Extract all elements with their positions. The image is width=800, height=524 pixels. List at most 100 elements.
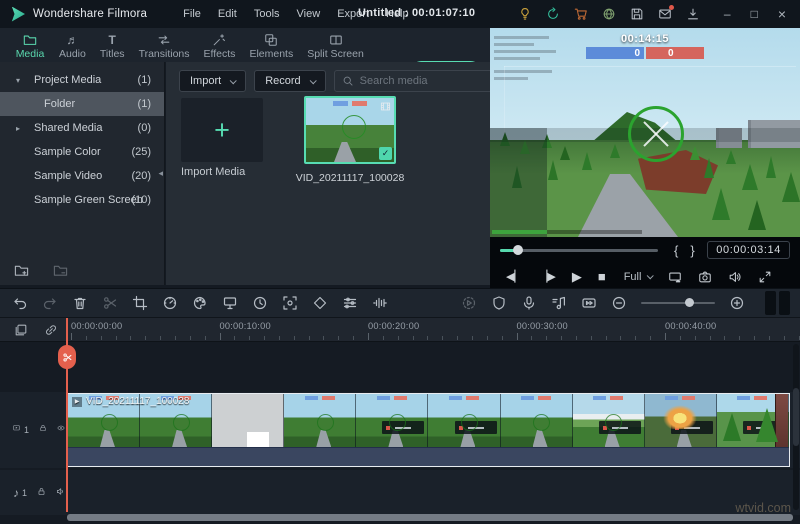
play-button[interactable]: ▶ (572, 269, 582, 285)
search-box[interactable] (334, 70, 510, 92)
collapse-triangle-icon[interactable]: ▸ (16, 124, 20, 133)
tab-media[interactable]: Media (15, 28, 45, 65)
dual-display-icon[interactable] (668, 270, 682, 284)
store-cart-icon[interactable] (574, 7, 588, 21)
audio-mixer-icon[interactable] (551, 295, 567, 311)
link-chain-icon[interactable] (44, 323, 58, 337)
sidebar-item-sample-green-screen[interactable]: Sample Green Screen (10) (0, 188, 164, 212)
media-clip-thumbnail[interactable]: ✓ (304, 96, 396, 164)
game-timer: 00:14:15 (490, 33, 800, 45)
messages-envelope-icon[interactable] (658, 7, 672, 21)
maximize-button[interactable]: □ (751, 8, 758, 20)
titles-t-icon: T (109, 33, 116, 47)
previous-frame-button[interactable]: ◀▏ (506, 270, 523, 283)
video-track-number: 1 (24, 425, 29, 435)
volume-speaker-icon[interactable] (728, 270, 742, 284)
panel-collapse-icon[interactable]: ◂ (158, 168, 163, 179)
motion-tracking-icon[interactable] (222, 295, 238, 311)
delete-trash-icon[interactable] (72, 295, 88, 311)
sidebar-item-sample-color[interactable]: Sample Color (25) (0, 140, 164, 164)
quality-selector[interactable]: Full (624, 271, 653, 283)
menu-file[interactable]: File (183, 8, 201, 20)
seek-bar[interactable] (500, 249, 658, 252)
road-shape (334, 142, 356, 162)
zoom-out-icon[interactable] (611, 295, 627, 311)
delete-folder-icon[interactable] (53, 263, 68, 278)
mark-out-button[interactable]: } (690, 243, 694, 258)
redo-icon[interactable] (42, 295, 58, 311)
download-icon[interactable] (686, 7, 700, 21)
color-palette-icon[interactable] (192, 295, 208, 311)
import-media-tile[interactable]: + (181, 98, 263, 162)
speed-gauge-icon[interactable] (162, 295, 178, 311)
tab-transitions[interactable]: Transitions (139, 28, 190, 60)
undo-icon[interactable] (12, 295, 28, 311)
tab-elements[interactable]: Elements (249, 28, 293, 60)
import-tile-label: Import Media (181, 166, 245, 178)
minimize-button[interactable]: – (724, 8, 731, 20)
tab-label: Elements (249, 48, 293, 60)
zoom-slider-handle[interactable] (685, 298, 694, 307)
seek-handle[interactable] (513, 245, 523, 255)
search-input[interactable] (360, 75, 502, 87)
horizontal-scrollbar[interactable] (67, 514, 793, 521)
fullscreen-expand-icon[interactable] (758, 270, 772, 284)
eye-visibility-icon[interactable] (57, 424, 65, 436)
record-dropdown-button[interactable]: Record (254, 70, 325, 92)
tips-lightbulb-icon[interactable] (518, 7, 532, 21)
sidebar-item-project-media[interactable]: ▾ Project Media (1) (0, 68, 164, 92)
menu-tools[interactable]: Tools (254, 8, 280, 20)
timeline-ruler[interactable]: 00:00:00:0000:00:10:0000:00:20:0000:00:3… (67, 318, 800, 342)
zoom-in-icon[interactable] (729, 295, 745, 311)
menu-edit[interactable]: Edit (218, 8, 237, 20)
playhead-handle[interactable] (58, 345, 76, 369)
split-scissors-icon[interactable] (102, 295, 118, 311)
clip-frame (284, 394, 356, 447)
tab-titles[interactable]: T Titles (100, 28, 125, 60)
adjustment-sliders-icon[interactable] (342, 295, 358, 311)
selected-check-icon: ✓ (379, 147, 392, 160)
timeline-zoom-slider[interactable] (641, 302, 715, 304)
duration-clock-icon[interactable] (252, 295, 268, 311)
manage-tracks-icon[interactable] (14, 323, 28, 337)
stop-button[interactable]: ■ (598, 269, 606, 284)
tree-shape (712, 188, 730, 220)
tab-audio[interactable]: ♬ Audio (59, 28, 86, 60)
lock-icon[interactable] (39, 424, 47, 436)
expand-triangle-icon[interactable]: ▾ (16, 76, 20, 85)
import-dropdown-button[interactable]: Import (179, 70, 246, 92)
lock-icon[interactable] (37, 487, 46, 499)
mute-speaker-icon[interactable] (56, 487, 65, 499)
add-folder-icon[interactable] (14, 263, 29, 278)
voiceover-mic-icon[interactable] (521, 295, 537, 311)
sidebar-item-sample-video[interactable]: Sample Video (20) (0, 164, 164, 188)
save-icon[interactable] (630, 7, 644, 21)
snapshot-camera-icon[interactable] (698, 270, 712, 284)
shield-icon[interactable] (491, 295, 507, 311)
tab-split-screen[interactable]: Split Screen (307, 28, 364, 60)
tab-effects[interactable]: Effects (204, 28, 236, 60)
focus-tracking-icon[interactable] (282, 295, 298, 311)
feature-tab-bar: Media ♬ Audio T Titles Transitions Effec… (0, 28, 490, 62)
clip-audio-strip (68, 447, 789, 466)
scrollbar-thumb[interactable] (67, 514, 793, 521)
vertical-scrollbar[interactable] (793, 344, 799, 510)
timeline-panels-icon[interactable] (765, 291, 790, 315)
close-button[interactable]: × (778, 7, 786, 21)
elements-shapes-icon (264, 33, 278, 47)
marker-box-icon[interactable] (581, 295, 597, 311)
menu-view[interactable]: View (297, 8, 321, 20)
next-frame-button[interactable]: ▕▶ (539, 270, 556, 283)
game-scoreboard: 0 0 (586, 47, 704, 59)
audio-detach-waveform-icon[interactable] (372, 295, 388, 311)
update-refresh-icon[interactable] (546, 7, 560, 21)
mark-in-button[interactable]: { (674, 243, 678, 258)
scrollbar-thumb[interactable] (793, 388, 799, 446)
render-preview-icon[interactable] (461, 295, 477, 311)
language-globe-icon[interactable] (602, 7, 616, 21)
crop-icon[interactable] (132, 295, 148, 311)
timeline-video-clip[interactable]: ▶ VID_20211117_100028 (67, 393, 790, 467)
keyframe-diamond-icon[interactable] (312, 295, 328, 311)
sidebar-item-shared-media[interactable]: ▸ Shared Media (0) (0, 116, 164, 140)
sidebar-item-folder[interactable]: Folder (1) (0, 92, 164, 116)
